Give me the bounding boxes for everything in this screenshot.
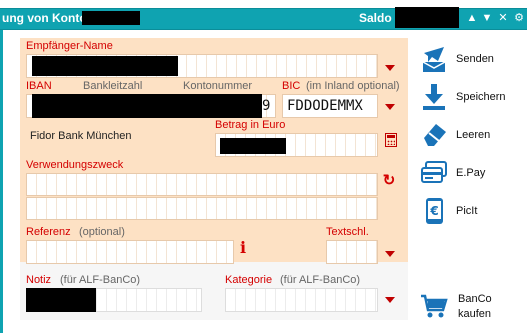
iban-label: IBAN — [26, 80, 52, 92]
reference-hint: (optional) — [79, 226, 125, 238]
category-label: Kategorie — [225, 274, 273, 286]
eraser-icon — [424, 124, 446, 146]
textkey-dropdown-arrow[interactable] — [385, 251, 395, 257]
send-label: Senden — [456, 53, 494, 65]
clear-button[interactable]: Leeren — [418, 118, 527, 154]
window-title: ung von Konto — [2, 11, 87, 25]
bank-name: Fidor Bank München — [30, 130, 132, 142]
account-redaction — [82, 11, 140, 25]
purpose-line-2[interactable] — [26, 197, 378, 220]
account-number-label: Kontonummer — [183, 80, 253, 92]
info-icon[interactable]: i — [238, 239, 248, 257]
purpose-label: Verwendungszweck — [26, 159, 124, 171]
saldo-label: Saldo — [359, 11, 392, 25]
banco-buy-button[interactable]: BanCo kaufen — [418, 288, 527, 328]
cart-icon — [421, 294, 448, 318]
reference-input[interactable] — [26, 240, 234, 264]
category-hint: (für ALF-BanCo) — [280, 274, 361, 286]
banco-label-line2: kaufen — [458, 308, 492, 320]
recipient-redaction — [32, 56, 178, 76]
send-button[interactable]: Senden — [418, 42, 527, 78]
picit-button[interactable]: € PicIt — [418, 194, 527, 230]
iban-redaction — [32, 94, 262, 118]
amount-label: Betrag in Euro — [215, 119, 286, 131]
textkey-input[interactable] — [326, 240, 378, 264]
title-bar: ung von Konto Saldo ▲ ▼ ✕ ⚙ — [0, 0, 527, 38]
card-icon — [421, 161, 447, 183]
purpose-line-1[interactable] — [26, 173, 378, 196]
category-select[interactable] — [225, 288, 378, 312]
send-mail-icon — [422, 47, 446, 72]
blz-label: Bankleitzahl — [83, 80, 143, 92]
clear-label: Leeren — [456, 129, 491, 141]
textkey-label: Textschl. — [326, 226, 369, 238]
recipient-dropdown-arrow[interactable] — [385, 65, 395, 71]
calculator-icon[interactable] — [385, 133, 397, 147]
window-left-border — [0, 30, 3, 333]
close-button[interactable]: ✕ — [496, 10, 510, 26]
move-up-button[interactable]: ▲ — [465, 10, 479, 26]
note-redaction — [26, 288, 96, 312]
picit-label: PicIt — [456, 205, 478, 217]
save-label: Speichern — [456, 91, 506, 103]
saldo-redaction — [395, 7, 459, 28]
svg-text:€: € — [429, 204, 438, 218]
banco-label-line1: BanCo — [458, 293, 492, 305]
bic-hint: (im Inland optional) — [306, 80, 400, 92]
recipient-label: Empfänger-Name — [26, 40, 113, 52]
bic-label: BIC — [282, 80, 301, 92]
epay-label: E.Pay — [456, 167, 486, 179]
note-label: Notiz — [26, 274, 52, 286]
reference-label: Referenz — [26, 226, 71, 238]
save-button[interactable]: Speichern — [418, 80, 527, 116]
settings-icon[interactable]: ⚙ — [512, 10, 526, 26]
download-icon — [423, 84, 445, 110]
iban-visible-digit: 9 — [262, 98, 271, 114]
epay-button[interactable]: E.Pay — [418, 156, 527, 192]
refresh-icon[interactable]: ↻ — [381, 173, 397, 189]
note-hint: (für ALF-BanCo) — [60, 274, 141, 286]
amount-redaction — [220, 138, 286, 154]
bic-input[interactable]: FDDODEMMX — [282, 94, 378, 118]
phone-euro-icon: € — [426, 198, 443, 224]
move-down-button[interactable]: ▼ — [480, 10, 494, 26]
bic-dropdown-arrow[interactable] — [385, 104, 395, 110]
category-dropdown-arrow[interactable] — [385, 297, 395, 303]
